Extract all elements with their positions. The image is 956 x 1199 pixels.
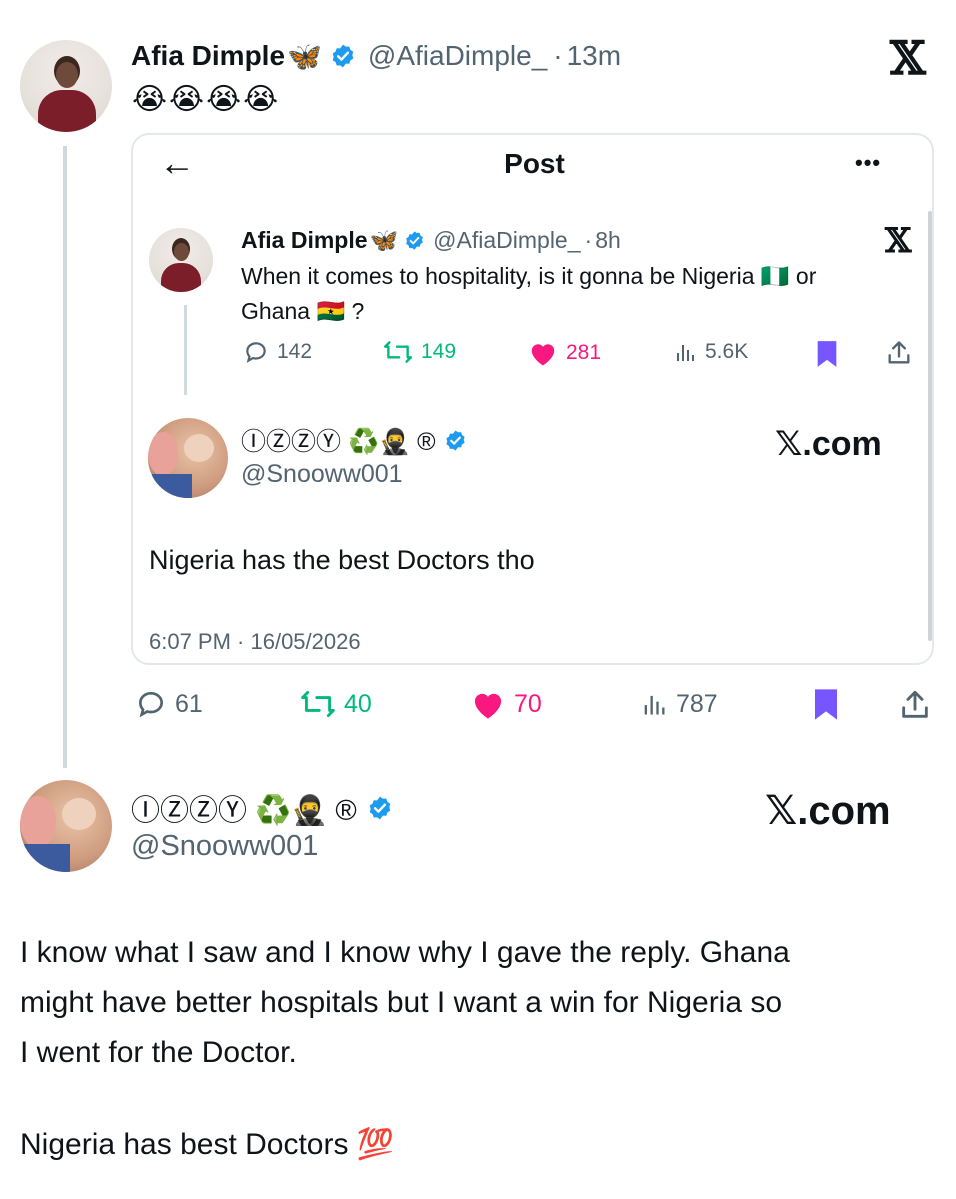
inner-thread-line bbox=[184, 305, 187, 395]
inner-post-text-line2: Ghana 🇬🇭 ? bbox=[241, 298, 365, 324]
author-handle[interactable]: @AfiaDimple_ bbox=[368, 40, 547, 72]
inner-author-header: Afia Dimple 🦋 @AfiaDimple_ · 8h bbox=[241, 225, 621, 255]
author-name[interactable]: Afia Dimple bbox=[131, 40, 285, 72]
bottom-author-avatar[interactable] bbox=[20, 780, 112, 872]
reply-icon bbox=[246, 342, 266, 363]
inner-retweet-stat[interactable]: 149 bbox=[383, 339, 456, 365]
thread-line bbox=[63, 146, 67, 768]
reply-timestamp[interactable]: 6:07 PM · 16/05/2026 bbox=[149, 628, 361, 656]
retweet-stat[interactable]: 40 bbox=[300, 688, 372, 720]
heart-icon bbox=[474, 693, 502, 719]
bottom-post-text-line4: Nigeria has best Doctors 💯 bbox=[20, 1128, 395, 1161]
post-text: 😭😭😭😭 bbox=[132, 83, 281, 116]
scrollbar[interactable] bbox=[928, 211, 932, 641]
inner-like-stat[interactable]: 281 bbox=[528, 339, 601, 367]
reply-author-name-row: ⒾⓏⓏⓎ ♻️🥷 ® bbox=[241, 423, 467, 457]
bottom-display-name[interactable]: ⒾⓏⓏⓎ ♻️🥷 ® bbox=[131, 787, 357, 829]
inner-butterfly-emoji: 🦋 bbox=[369, 226, 399, 253]
like-stat[interactable]: 70 bbox=[470, 688, 542, 720]
inner-author-name[interactable]: Afia Dimple bbox=[241, 227, 368, 254]
bottom-author-name-row: ⒾⓏⓏⓎ ♻️🥷 ® bbox=[131, 788, 393, 828]
x-logo-icon: 𝕏 bbox=[890, 31, 926, 85]
retweet-icon bbox=[383, 341, 413, 363]
post-time[interactable]: 13m bbox=[567, 40, 621, 72]
inner-views-count: 5.6K bbox=[705, 340, 749, 363]
inner-author-avatar[interactable] bbox=[149, 228, 213, 292]
embedded-screenshot-card[interactable]: ← Post ••• Afia Dimple 🦋 @AfiaDimple_ · … bbox=[131, 133, 934, 665]
views-stat[interactable]: 787 bbox=[640, 688, 718, 720]
butterfly-emoji: 🦋 bbox=[287, 40, 322, 72]
reply-display-name[interactable]: ⒾⓏⓏⓎ ♻️🥷 ® bbox=[241, 422, 436, 458]
inner-x-logo-icon: 𝕏 bbox=[885, 221, 912, 261]
bottom-post-text-line3: I went for the Doctor. bbox=[20, 1036, 297, 1069]
inner-reply-count: 142 bbox=[277, 340, 313, 363]
inner-author-handle[interactable]: @AfiaDimple_ bbox=[433, 227, 580, 254]
verified-badge-icon bbox=[332, 44, 354, 68]
inner-post-text-line1: When it comes to hospitality, is it gonn… bbox=[241, 263, 817, 289]
retweet-count: 40 bbox=[344, 689, 372, 718]
inner-share-icon[interactable] bbox=[885, 339, 913, 367]
like-count: 70 bbox=[514, 689, 542, 718]
reply-verified-badge-icon bbox=[445, 429, 465, 451]
reply-text: Nigeria has the best Doctors tho bbox=[149, 545, 535, 575]
retweet-icon bbox=[301, 691, 335, 717]
bottom-post-text: I know what I saw and I know why I gave … bbox=[20, 928, 940, 1078]
inner-views-stat[interactable]: 5.6K bbox=[673, 339, 748, 365]
card-title: Post bbox=[504, 148, 565, 179]
reply-author-handle[interactable]: @Snooww001 bbox=[241, 458, 403, 490]
bookmark-icon[interactable] bbox=[812, 688, 840, 721]
views-icon bbox=[677, 345, 694, 361]
bottom-xcom-logo: 𝕏.com bbox=[765, 789, 891, 833]
bottom-author-handle[interactable]: @Snooww001 bbox=[131, 828, 318, 864]
bottom-post-text-line2: might have better hospitals but I want a… bbox=[20, 986, 783, 1019]
inner-reply-stat[interactable]: 142 bbox=[243, 339, 312, 365]
reply-icon bbox=[138, 691, 164, 718]
inner-bookmark-icon[interactable] bbox=[815, 340, 839, 368]
heart-icon bbox=[531, 344, 555, 366]
author-header: Afia Dimple 🦋 @AfiaDimple_ · 13m bbox=[131, 36, 621, 76]
views-icon bbox=[644, 695, 665, 715]
reply-count: 61 bbox=[175, 689, 203, 718]
time-separator: · bbox=[553, 40, 563, 71]
author-avatar[interactable] bbox=[20, 40, 112, 132]
share-icon[interactable] bbox=[898, 688, 932, 722]
bottom-post-text-line1: I know what I saw and I know why I gave … bbox=[20, 936, 790, 969]
inner-verified-badge-icon bbox=[406, 230, 423, 250]
bottom-verified-badge-icon bbox=[369, 796, 390, 820]
inner-post-time[interactable]: 8h bbox=[595, 227, 621, 254]
more-options-icon[interactable]: ••• bbox=[855, 147, 881, 179]
inner-time-separator: · bbox=[584, 226, 593, 253]
views-count: 787 bbox=[676, 689, 718, 718]
inner-like-count: 281 bbox=[566, 341, 602, 364]
reply-stat[interactable]: 61 bbox=[135, 688, 203, 720]
inner-retweet-count: 149 bbox=[421, 340, 457, 363]
inner-post-text: When it comes to hospitality, is it gonn… bbox=[241, 259, 816, 329]
reply-author-avatar[interactable] bbox=[148, 418, 228, 498]
xcom-logo: 𝕏.com bbox=[775, 425, 882, 463]
